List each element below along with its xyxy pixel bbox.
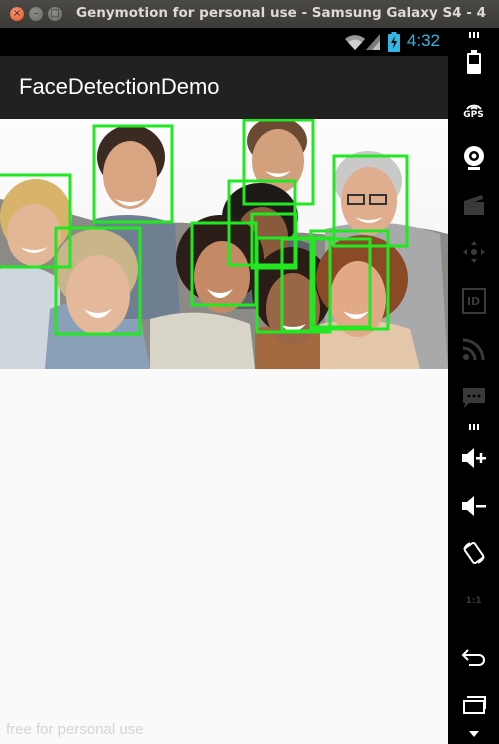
signal-icon <box>366 34 380 50</box>
volume-up-icon[interactable] <box>448 443 499 473</box>
status-bar: 4:32 <box>0 28 448 56</box>
volume-down-icon[interactable] <box>448 491 499 521</box>
genymotion-sidebar: GPS ID 1:1 <box>448 28 499 744</box>
status-time: 4:32 <box>406 31 440 50</box>
clapper-icon[interactable] <box>448 191 499 219</box>
window-maximize-button[interactable]: □ <box>48 7 62 21</box>
scroll-down-icon[interactable] <box>448 730 499 738</box>
id-label: ID <box>461 288 486 314</box>
dpad-icon[interactable] <box>448 237 499 267</box>
window-close-button[interactable]: × <box>10 7 24 21</box>
app-bar: FaceDetectionDemo <box>0 56 448 119</box>
rotate-icon[interactable] <box>448 538 499 568</box>
gps-label: GPS <box>463 110 484 120</box>
wifi-icon <box>345 35 365 50</box>
grip-icon <box>448 32 499 38</box>
gps-icon[interactable]: GPS <box>448 95 499 125</box>
app-title: FaceDetectionDemo <box>19 74 220 99</box>
window-minimize-button[interactable]: – <box>29 7 43 21</box>
back-icon[interactable] <box>448 644 499 670</box>
device-screen: 4:32 FaceDetectionDemo free for personal… <box>0 28 448 744</box>
window-titlebar: × – □ Genymotion for personal use - Sams… <box>0 0 499 28</box>
photo-canvas <box>0 119 448 369</box>
camera-icon[interactable] <box>448 143 499 173</box>
watermark-text: free for personal use <box>6 721 144 738</box>
recent-apps-icon[interactable] <box>448 692 499 718</box>
battery-icon[interactable] <box>448 48 499 76</box>
battery-charging-icon <box>388 32 400 52</box>
group-photo <box>0 119 448 369</box>
scale-label: 1:1 <box>465 596 482 606</box>
rss-icon[interactable] <box>448 334 499 364</box>
window-title: Genymotion for personal use - Samsung Ga… <box>76 5 486 21</box>
grip-icon <box>448 424 499 430</box>
scale-icon[interactable]: 1:1 <box>448 586 499 616</box>
id-icon[interactable]: ID <box>448 286 499 316</box>
sms-icon[interactable] <box>448 383 499 413</box>
